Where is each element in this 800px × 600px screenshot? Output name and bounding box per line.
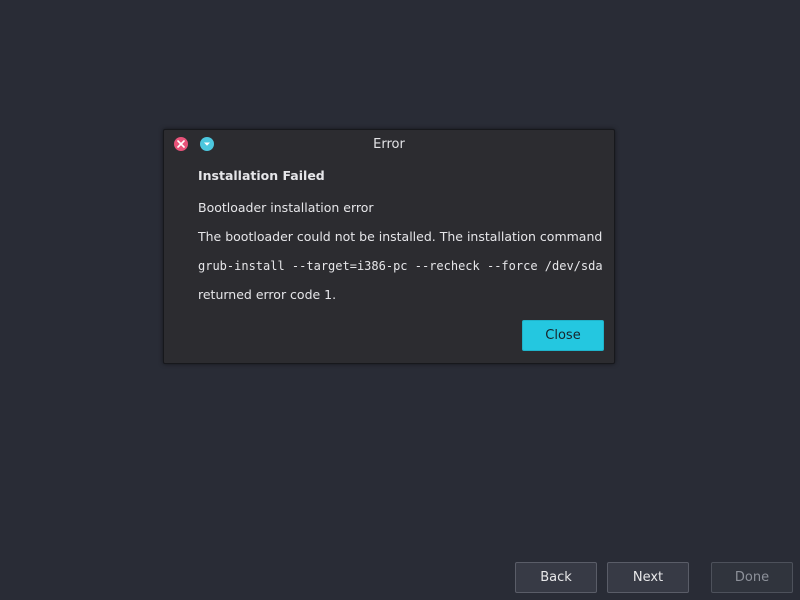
back-button[interactable]: Back [515,562,597,593]
error-description: The bootloader could not be installed. T… [198,229,603,244]
installer-screen: Error Installation Failed Bootloader ins… [0,0,800,600]
dialog-message: Installation Failed Bootloader installat… [198,168,606,316]
done-button[interactable]: Done [711,562,793,593]
error-heading: Installation Failed [198,168,325,183]
error-command: grub-install --target=i386-pc --recheck … [198,259,603,273]
error-code-text: returned error code 1. [198,287,337,302]
error-subtitle: Bootloader installation error [198,200,374,215]
error-dialog: Error Installation Failed Bootloader ins… [163,129,615,364]
close-button[interactable]: Close [522,320,604,351]
dialog-titlebar: Error [164,130,614,158]
next-button[interactable]: Next [607,562,689,593]
dialog-title: Error [373,137,405,152]
